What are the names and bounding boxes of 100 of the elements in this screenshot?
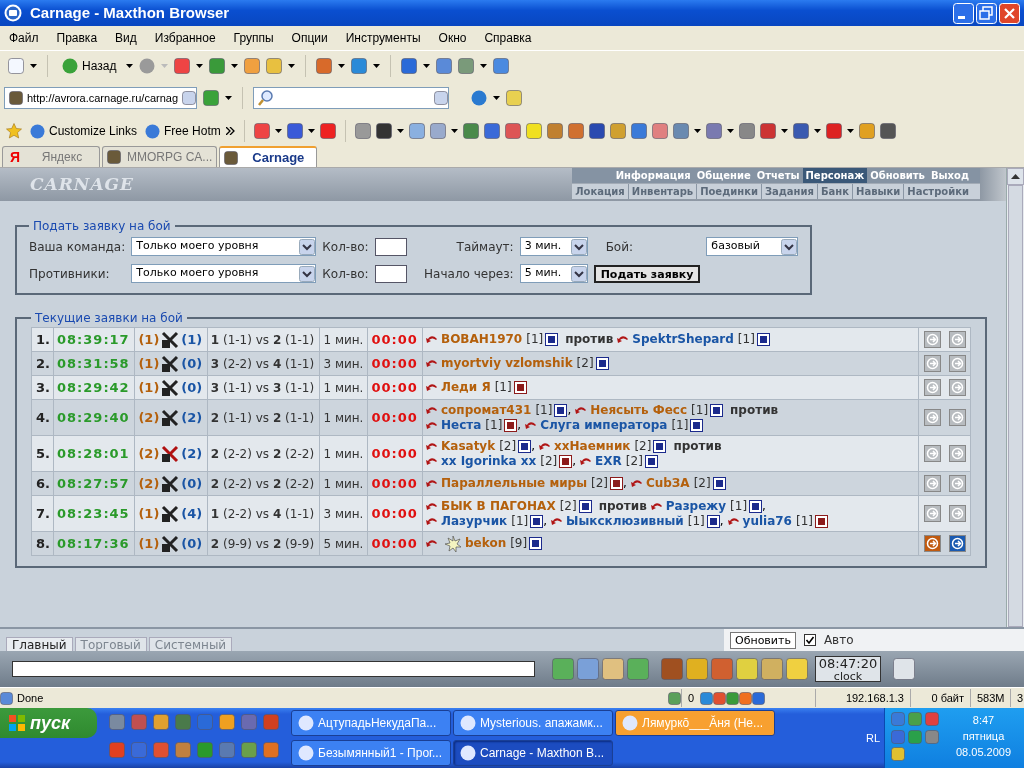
- player-name[interactable]: yulia76: [742, 513, 792, 529]
- join-left-icon[interactable]: [923, 379, 941, 396]
- caret-icon[interactable]: [726, 129, 734, 133]
- language-indicator[interactable]: RL: [865, 729, 880, 747]
- player-name[interactable]: EXR: [595, 453, 622, 469]
- arrow-icon[interactable]: [426, 441, 438, 451]
- caret-icon[interactable]: [126, 63, 134, 68]
- join-left-icon[interactable]: [923, 445, 941, 462]
- player-name[interactable]: сопромат431: [441, 402, 532, 418]
- caret-icon[interactable]: [780, 129, 788, 133]
- star-icon[interactable]: [6, 123, 22, 139]
- number-input[interactable]: [374, 264, 407, 283]
- player-name[interactable]: SpektrShepard: [632, 332, 734, 347]
- quick-launch-icon[interactable]: [219, 714, 235, 730]
- nav-link[interactable]: Отчеты: [753, 168, 803, 183]
- nav-link[interactable]: Навыки: [852, 184, 904, 199]
- back-button[interactable]: Назад: [58, 56, 121, 75]
- menu-item[interactable]: Правка: [56, 29, 98, 47]
- join-left-icon[interactable]: [923, 535, 941, 552]
- menu-item[interactable]: Группы: [233, 29, 274, 47]
- new-page-icon[interactable]: [8, 57, 24, 74]
- join-right-icon[interactable]: [948, 331, 966, 348]
- search-field[interactable]: [253, 87, 450, 109]
- arrow-icon[interactable]: [426, 479, 438, 488]
- chat-tab[interactable]: Торговый: [74, 637, 147, 651]
- join-right-icon[interactable]: [948, 409, 966, 426]
- caret-icon[interactable]: [396, 129, 404, 133]
- menu-item[interactable]: Вид: [115, 29, 137, 47]
- caret-icon[interactable]: [30, 63, 37, 68]
- arrow-icon[interactable]: [426, 501, 438, 511]
- caret-icon[interactable]: [423, 63, 431, 68]
- nav-link[interactable]: Обновить: [867, 168, 928, 183]
- join-right-icon[interactable]: [948, 535, 966, 552]
- browser-tab[interactable]: Я Яндекс: [2, 146, 100, 167]
- submit-button[interactable]: Подать заявку: [593, 264, 701, 283]
- browser-tab[interactable]: MMORPG CA...: [102, 146, 218, 167]
- join-left-icon[interactable]: [923, 475, 941, 492]
- caret-icon[interactable]: [231, 63, 239, 68]
- browser-tab[interactable]: Carnage: [219, 146, 318, 167]
- arrow-icon[interactable]: [426, 335, 438, 344]
- arrow-icon[interactable]: [630, 479, 643, 488]
- arrow-icon[interactable]: [525, 420, 538, 430]
- arrow-icon[interactable]: [539, 441, 551, 451]
- scroll-up-icon[interactable]: [1007, 168, 1024, 185]
- nav-link[interactable]: Общение: [693, 168, 754, 183]
- join-right-icon[interactable]: [948, 475, 966, 492]
- scrollbar[interactable]: [1006, 168, 1024, 627]
- player-name[interactable]: Kasatyk: [441, 438, 496, 454]
- caret-icon[interactable]: [813, 129, 821, 133]
- nav-link[interactable]: Локация: [572, 184, 628, 199]
- player-name[interactable]: xxHaемник: [554, 438, 631, 454]
- caret-icon[interactable]: [225, 96, 233, 100]
- link-item[interactable]: Customize Links: [30, 122, 138, 140]
- join-left-icon[interactable]: [923, 409, 941, 426]
- caret-icon[interactable]: [373, 63, 381, 68]
- chat-tab[interactable]: Главный: [6, 637, 73, 651]
- taskbar-button[interactable]: АцтупадьНекудаПа...: [291, 710, 451, 736]
- nav-link[interactable]: Инвентарь: [627, 184, 697, 199]
- arrow-icon[interactable]: [426, 516, 438, 526]
- arrow-icon[interactable]: [426, 420, 438, 430]
- player-name[interactable]: CubЗA: [645, 476, 690, 491]
- dropdown-icon[interactable]: [434, 91, 449, 105]
- player-name[interactable]: Лазурчик: [441, 513, 508, 529]
- player-name[interactable]: Ыыксклюзивный: [566, 513, 684, 529]
- join-left-icon[interactable]: [923, 331, 941, 348]
- dropdown-field[interactable]: Только моего уровня: [131, 264, 317, 283]
- refresh-button[interactable]: Обновить: [730, 631, 796, 649]
- number-input[interactable]: [374, 237, 407, 256]
- menu-item[interactable]: Файл: [9, 29, 39, 47]
- nav-link[interactable]: Выход: [927, 168, 972, 183]
- address-field[interactable]: http://avrora.carnage.ru/carnag: [4, 87, 198, 109]
- arrow-icon[interactable]: [551, 516, 564, 526]
- minimize-icon[interactable]: [953, 2, 974, 24]
- nav-link[interactable]: Настройки: [903, 184, 972, 199]
- arrow-icon[interactable]: [426, 456, 438, 466]
- chevron-icon[interactable]: [225, 127, 235, 135]
- chat-tab[interactable]: Системный: [148, 637, 233, 651]
- caret-icon[interactable]: [307, 129, 315, 133]
- caret-icon[interactable]: [846, 129, 854, 133]
- caret-icon[interactable]: [493, 96, 501, 100]
- join-right-icon[interactable]: [948, 355, 966, 372]
- dropdown-field[interactable]: Только моего уровня: [131, 237, 317, 256]
- quick-launch-icon[interactable]: [241, 742, 257, 758]
- nav-link[interactable]: Информация: [612, 168, 694, 183]
- close-icon[interactable]: [999, 2, 1020, 24]
- checkbox[interactable]: [803, 634, 816, 646]
- join-right-icon[interactable]: [948, 445, 966, 462]
- nav-link[interactable]: Персонаж: [802, 168, 868, 183]
- maximize-icon[interactable]: [976, 2, 997, 24]
- player-name[interactable]: Параллельные миры: [441, 476, 588, 491]
- caret-icon[interactable]: [480, 63, 488, 68]
- player-name[interactable]: Неста: [441, 417, 482, 433]
- menu-item[interactable]: Справка: [484, 29, 532, 47]
- caret-icon[interactable]: [196, 63, 204, 68]
- join-left-icon[interactable]: [923, 355, 941, 372]
- caret-icon[interactable]: [693, 129, 701, 133]
- dropdown-field[interactable]: базовый: [706, 237, 799, 256]
- arrow-icon[interactable]: [426, 405, 438, 415]
- player-name[interactable]: Разрежу: [665, 498, 727, 514]
- nav-link[interactable]: Задания: [760, 184, 817, 199]
